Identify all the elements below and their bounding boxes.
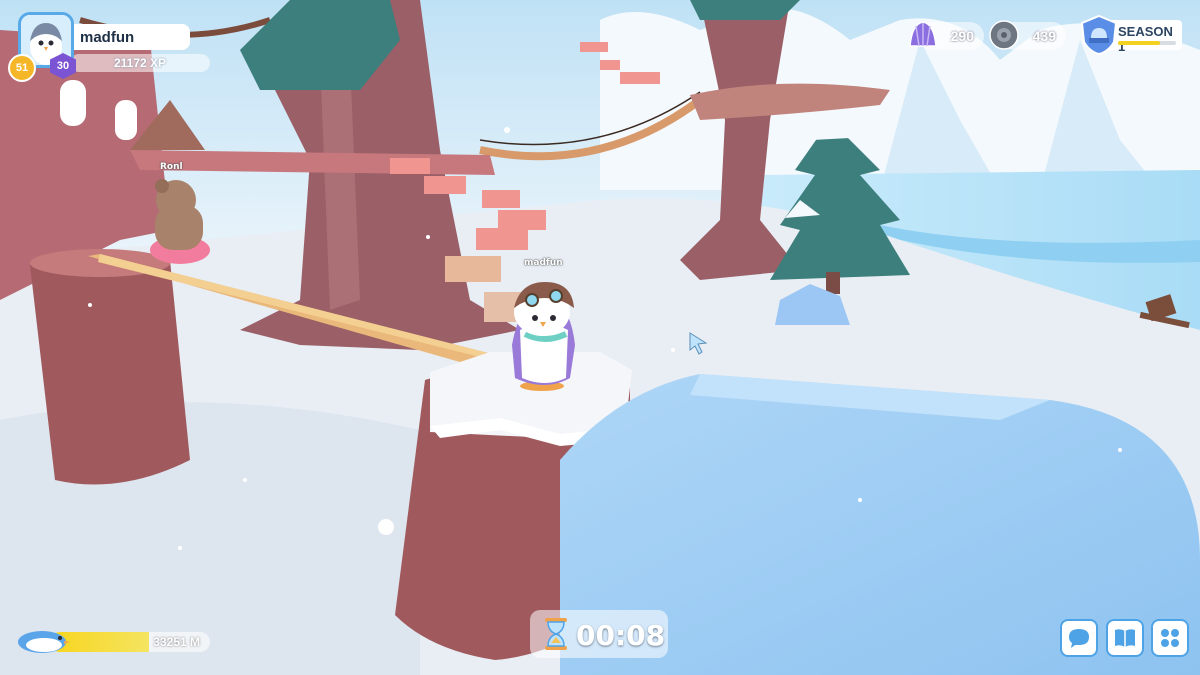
game-scene[interactable] [0, 0, 1200, 675]
xp-bar: 21172 XP [70, 54, 210, 72]
left-stump [30, 249, 190, 485]
shell-icon [909, 21, 937, 47]
coin-count: 439 [1032, 28, 1056, 44]
coin-currency[interactable]: 439 [989, 20, 1066, 50]
book-icon [1115, 629, 1135, 647]
season-shield-icon [1080, 14, 1118, 56]
chat-icon [1069, 629, 1089, 648]
round-timer: 00:08 [530, 610, 668, 658]
grid-menu-icon [1161, 629, 1179, 647]
sliding-penguin-icon [18, 631, 70, 653]
distance-track: 33251 M [50, 632, 210, 652]
guide-button[interactable] [1106, 619, 1144, 657]
xp-text: 21172 XP [113, 56, 167, 70]
chat-button[interactable] [1060, 619, 1098, 657]
player-card[interactable]: 21172 XP madfun 51 30 [6, 8, 216, 82]
shell-currency[interactable]: 290 [909, 21, 984, 50]
season-progress-fill [1118, 41, 1160, 45]
distance-meter: 33251 M [14, 622, 210, 656]
season-pass[interactable]: SEASON 1 [1078, 14, 1182, 56]
local-player-nametag: madfun [524, 258, 563, 268]
penguin-player [512, 282, 575, 391]
timer-value: 00:08 [576, 619, 666, 652]
player-name-bar: madfun [70, 24, 190, 50]
stone-coin-icon [989, 20, 1019, 50]
season-progress [1118, 41, 1176, 45]
season-label: SEASON 1 [1118, 24, 1173, 54]
distance-text: 33251 M [153, 635, 200, 649]
player-name: madfun [80, 29, 135, 46]
other-player-nametag: Ronl [160, 162, 183, 172]
shell-count: 290 [950, 28, 974, 44]
menu-button[interactable] [1151, 619, 1189, 657]
level-badge: 51 [8, 54, 36, 82]
hourglass-icon [545, 618, 567, 650]
